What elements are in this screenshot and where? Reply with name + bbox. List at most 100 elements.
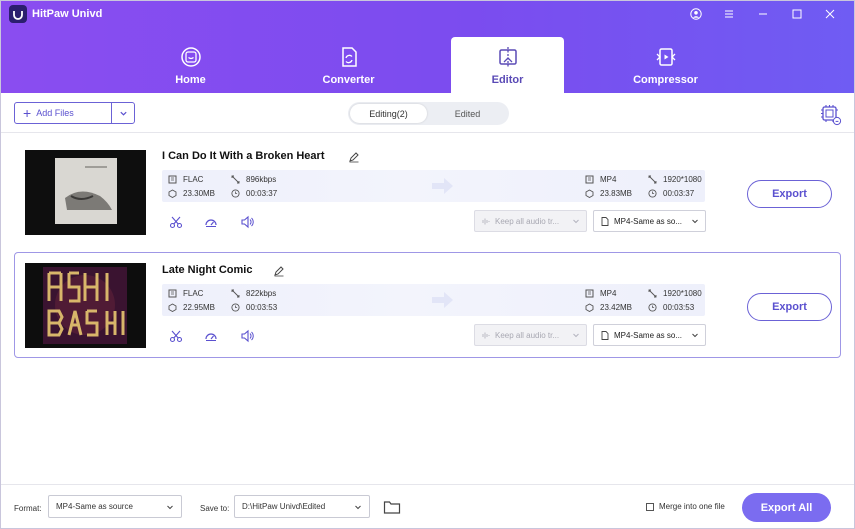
- source-format: FLAC: [183, 175, 204, 184]
- album-art-image: [25, 263, 146, 348]
- tab-home[interactable]: Home: [134, 37, 247, 93]
- tab-editor-label: Editor: [491, 74, 524, 86]
- album-art-image: [25, 150, 146, 235]
- minimize-icon: [759, 13, 767, 15]
- add-files-dropdown[interactable]: [111, 102, 135, 124]
- output-format-select[interactable]: MP4-Same as so...: [593, 210, 706, 232]
- home-icon: [180, 47, 201, 67]
- minimize-button[interactable]: [753, 5, 773, 23]
- output-format-select[interactable]: MP4-Same as so...: [593, 324, 706, 346]
- box-icon: [168, 303, 177, 312]
- audio-wave-icon: [482, 218, 490, 224]
- segment-editing[interactable]: Editing(2): [350, 104, 427, 123]
- source-format-cell: FLAC: [168, 175, 203, 184]
- volume-icon[interactable]: [240, 215, 254, 229]
- merge-label: Merge into one file: [659, 502, 725, 511]
- user-icon: [690, 8, 702, 20]
- scissors-icon[interactable]: [169, 329, 183, 343]
- file-format-icon: [168, 175, 177, 184]
- output-size: 23.42MB: [600, 303, 633, 312]
- source-duration: 00:03:53: [246, 303, 278, 312]
- add-files-label: Add Files: [36, 108, 74, 118]
- box-icon: [585, 303, 594, 312]
- add-files-button[interactable]: + Add Files: [14, 102, 112, 124]
- tab-compressor-label: Compressor: [633, 74, 698, 86]
- video-thumbnail[interactable]: [25, 150, 146, 235]
- global-format-select[interactable]: MP4-Same as source: [48, 495, 182, 518]
- source-size: 22.95MB: [183, 303, 216, 312]
- file-title: Late Night Comic: [162, 264, 253, 276]
- source-bitrate-cell: 822kbps: [231, 289, 276, 298]
- audio-track-select[interactable]: Keep all audio tr...: [474, 210, 587, 232]
- file-card-selected[interactable]: Late Night Comic FLAC 822kbps 22.95MB 00…: [14, 252, 841, 358]
- convert-arrow-icon: [432, 292, 453, 308]
- checkbox-box[interactable]: [646, 502, 654, 511]
- source-duration-cell: 00:03:37: [231, 189, 277, 198]
- volume-icon[interactable]: [240, 329, 254, 343]
- maximize-button[interactable]: [787, 5, 807, 23]
- close-button[interactable]: [820, 5, 840, 23]
- chevron-down-icon: [573, 219, 579, 224]
- audio-track-value: Keep all audio tr...: [495, 216, 560, 226]
- chevron-down-icon: [692, 333, 698, 338]
- output-format-cell: MP4: [585, 175, 616, 184]
- output-size-cell: 23.42MB: [585, 303, 632, 312]
- tab-converter[interactable]: Converter: [292, 37, 405, 93]
- audio-track-select[interactable]: Keep all audio tr...: [474, 324, 587, 346]
- tab-editor[interactable]: Editor: [451, 37, 564, 93]
- source-duration-cell: 00:03:53: [231, 303, 277, 312]
- scissors-icon[interactable]: [169, 215, 183, 229]
- file-format-icon: [168, 289, 177, 298]
- output-duration-cell: 00:03:53: [648, 303, 694, 312]
- convert-arrow-icon: [432, 178, 453, 194]
- menu-button[interactable]: [719, 5, 739, 23]
- chevron-down-icon: [355, 505, 361, 510]
- audio-track-value: Keep all audio tr...: [495, 330, 560, 340]
- output-duration: 00:03:37: [663, 189, 695, 198]
- hardware-acceleration-button[interactable]: [818, 102, 842, 126]
- resize-icon: [231, 289, 240, 298]
- account-button[interactable]: [686, 5, 706, 23]
- video-thumbnail[interactable]: [25, 263, 146, 348]
- output-duration-cell: 00:03:37: [648, 189, 694, 198]
- file-info-band: FLAC 822kbps 22.95MB 00:03:53 MP4 1920*1…: [162, 284, 705, 316]
- export-button[interactable]: Export: [747, 180, 832, 208]
- header-bar: HitPaw Univd Home Converter Editor Compr…: [1, 1, 854, 93]
- source-bitrate-cell: 896kbps: [231, 175, 276, 184]
- editor-icon: [498, 47, 517, 67]
- clock-icon: [231, 189, 240, 198]
- tab-compressor[interactable]: Compressor: [609, 37, 722, 93]
- tab-converter-label: Converter: [322, 74, 375, 86]
- file-icon: [601, 330, 609, 340]
- box-icon: [168, 189, 177, 198]
- resize-icon: [648, 175, 657, 184]
- compressor-icon: [656, 48, 675, 66]
- app-title: HitPaw Univd: [32, 8, 103, 20]
- output-resolution: 1920*1080: [663, 175, 702, 184]
- file-format-icon: [585, 175, 594, 184]
- clock-icon: [648, 189, 657, 198]
- source-duration: 00:03:37: [246, 189, 278, 198]
- folder-icon[interactable]: [383, 499, 401, 515]
- toolbar-divider: [1, 132, 854, 133]
- file-info-band: FLAC 896kbps 23.30MB 00:03:37 MP4 1920*1…: [162, 170, 705, 202]
- output-resolution-cell: 1920*1080: [648, 175, 702, 184]
- file-title: I Can Do It With a Broken Heart: [162, 150, 325, 162]
- logo-icon: [13, 11, 23, 20]
- export-all-button[interactable]: Export All: [742, 493, 831, 522]
- rename-pencil-icon[interactable]: [273, 265, 285, 277]
- app-logo: [9, 5, 27, 23]
- merge-checkbox[interactable]: Merge into one file: [646, 502, 725, 511]
- edit-status-switch: Editing(2) Edited: [348, 102, 509, 125]
- export-button[interactable]: Export: [747, 293, 832, 321]
- output-format: MP4: [600, 175, 617, 184]
- segment-edited[interactable]: Edited: [429, 104, 506, 123]
- speed-icon[interactable]: [204, 329, 218, 343]
- output-resolution-cell: 1920*1080: [648, 289, 702, 298]
- file-card[interactable]: I Can Do It With a Broken Heart FLAC 896…: [14, 139, 841, 245]
- speed-icon[interactable]: [204, 215, 218, 229]
- save-to-select[interactable]: D:\HitPaw Univd\Edited: [234, 495, 370, 518]
- rename-pencil-icon[interactable]: [348, 151, 360, 163]
- box-icon: [585, 189, 594, 198]
- output-format: MP4: [600, 289, 617, 298]
